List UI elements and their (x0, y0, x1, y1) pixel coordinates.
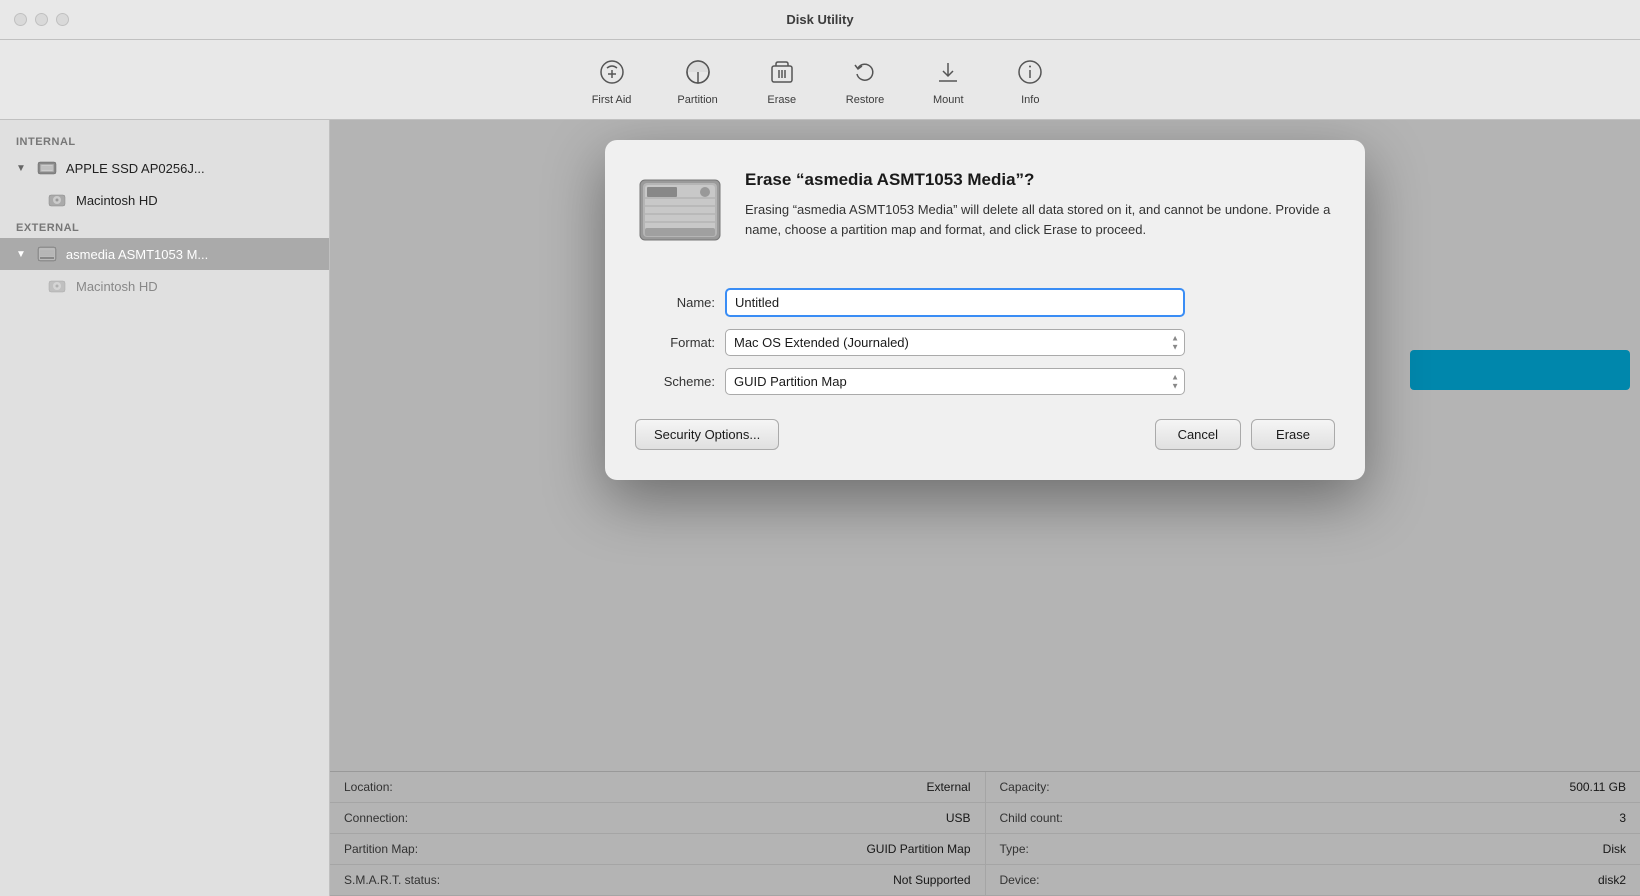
name-input[interactable] (725, 288, 1185, 317)
name-label: Name: (635, 295, 715, 310)
modal-title: Erase “asmedia ASMT1053 Media”? (745, 170, 1335, 190)
volume-icon (46, 189, 68, 211)
disk-icon (36, 157, 58, 179)
info-icon (1012, 54, 1048, 90)
scheme-label: Scheme: (635, 374, 715, 389)
mount-button[interactable]: Mount (912, 48, 984, 112)
apple-ssd-label: APPLE SSD AP0256J... (66, 161, 205, 176)
toolbar: First Aid Partition Erase (0, 40, 1640, 120)
modal-text: Erase “asmedia ASMT1053 Media”? Erasing … (745, 170, 1335, 239)
format-row: Format: Mac OS Extended (Journaled) Mac … (635, 329, 1335, 356)
erase-icon (764, 54, 800, 90)
sidebar-item-asmedia[interactable]: ▼ asmedia ASMT1053 M... (0, 238, 329, 270)
chevron-down-icon: ▼ (16, 163, 26, 174)
cancel-button[interactable]: Cancel (1155, 419, 1241, 450)
modal-overlay: Erase “asmedia ASMT1053 Media”? Erasing … (330, 120, 1640, 896)
erase-modal: Erase “asmedia ASMT1053 Media”? Erasing … (605, 140, 1365, 480)
mount-icon (930, 54, 966, 90)
partition-icon (680, 54, 716, 90)
confirm-buttons: Cancel Erase (1155, 419, 1335, 450)
modal-disk-icon (635, 170, 725, 260)
format-select-wrapper: Mac OS Extended (Journaled) Mac OS Exten… (725, 329, 1185, 356)
external-disk-icon (36, 243, 58, 265)
sidebar-item-macintosh-hd-internal[interactable]: Macintosh HD (0, 184, 329, 216)
erase-label: Erase (767, 94, 796, 106)
traffic-lights (14, 13, 69, 26)
mount-label: Mount (933, 94, 964, 106)
content-area: Location: External Capacity: 500.11 GB C… (330, 120, 1640, 896)
restore-icon (847, 54, 883, 90)
modal-header: Erase “asmedia ASMT1053 Media”? Erasing … (635, 170, 1335, 260)
erase-confirm-button[interactable]: Erase (1251, 419, 1335, 450)
sidebar-item-apple-ssd[interactable]: ▼ APPLE SSD AP0256J... (0, 152, 329, 184)
title-bar: Disk Utility (0, 0, 1640, 40)
internal-section-label: Internal (0, 130, 329, 152)
format-label: Format: (635, 335, 715, 350)
first-aid-icon (594, 54, 630, 90)
first-aid-label: First Aid (592, 94, 632, 106)
window-title: Disk Utility (786, 12, 853, 27)
macintosh-hd-external-label: Macintosh HD (76, 279, 158, 294)
sidebar: Internal ▼ APPLE SSD AP0256J... Macintos… (0, 120, 330, 896)
scheme-row: Scheme: GUID Partition Map Master Boot R… (635, 368, 1335, 395)
info-button[interactable]: Info (994, 48, 1066, 112)
scheme-select-wrapper: GUID Partition Map Master Boot Record Ap… (725, 368, 1185, 395)
modal-form: Name: Format: Mac OS Extended (Journaled… (635, 288, 1335, 395)
restore-button[interactable]: Restore (828, 48, 903, 112)
first-aid-button[interactable]: First Aid (574, 48, 650, 112)
info-label: Info (1021, 94, 1039, 106)
sidebar-item-macintosh-hd-external[interactable]: Macintosh HD (0, 270, 329, 302)
partition-button[interactable]: Partition (659, 48, 735, 112)
minimize-button[interactable] (35, 13, 48, 26)
security-options-button[interactable]: Security Options... (635, 419, 779, 450)
erase-button[interactable]: Erase (746, 48, 818, 112)
macintosh-hd-internal-label: Macintosh HD (76, 193, 158, 208)
modal-buttons: Security Options... Cancel Erase (635, 419, 1335, 450)
format-select[interactable]: Mac OS Extended (Journaled) Mac OS Exten… (725, 329, 1185, 356)
scheme-select[interactable]: GUID Partition Map Master Boot Record Ap… (725, 368, 1185, 395)
partition-label: Partition (677, 94, 717, 106)
chevron-down-icon-external: ▼ (16, 249, 26, 260)
modal-description: Erasing “asmedia ASMT1053 Media” will de… (745, 200, 1335, 239)
maximize-button[interactable] (56, 13, 69, 26)
main-layout: Internal ▼ APPLE SSD AP0256J... Macintos… (0, 120, 1640, 896)
asmedia-label: asmedia ASMT1053 M... (66, 247, 208, 262)
name-row: Name: (635, 288, 1335, 317)
restore-label: Restore (846, 94, 885, 106)
close-button[interactable] (14, 13, 27, 26)
volume-icon-external (46, 275, 68, 297)
external-section-label: External (0, 216, 329, 238)
